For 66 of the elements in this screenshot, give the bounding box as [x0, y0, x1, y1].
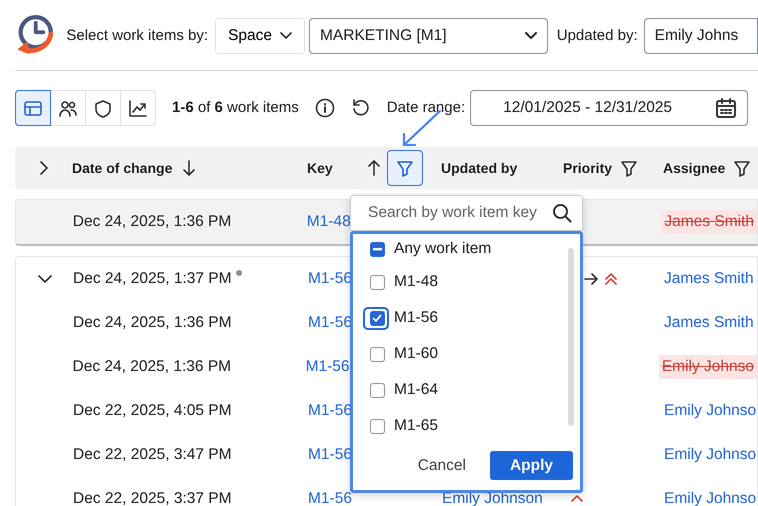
cancel-button[interactable]: Cancel: [418, 454, 466, 477]
sort-down-icon[interactable]: [182, 159, 196, 177]
column-header: Priority: [563, 158, 612, 178]
column-header: Date of change: [72, 158, 172, 178]
key-link[interactable]: M1-48: [306, 210, 351, 234]
expand-icon[interactable]: [38, 160, 48, 176]
key-link[interactable]: M1-56: [308, 443, 352, 467]
space-select[interactable]: MARKETING [M1]: [309, 18, 548, 54]
chart-icon: [128, 98, 148, 118]
reset-button[interactable]: [350, 98, 371, 118]
search-field[interactable]: Search by work item key: [350, 195, 583, 231]
assignee-link[interactable]: Emily Johnso: [664, 399, 756, 423]
sort-up-icon[interactable]: [366, 159, 381, 177]
filter-button[interactable]: [386, 150, 423, 186]
key-link[interactable]: M1-56: [306, 355, 350, 379]
updated-by-select[interactable]: Emily Johns: [644, 18, 758, 54]
key-link[interactable]: M1-56: [308, 311, 352, 335]
assignee-link[interactable]: James Smith: [661, 210, 758, 234]
assignee-link[interactable]: Emily Johnso: [664, 443, 756, 467]
filter-icon[interactable]: [620, 158, 638, 178]
date-text: Dec 24, 2025, 1:36 PM: [72, 212, 232, 232]
search-icon: [552, 203, 572, 223]
scrollbar[interactable]: [568, 248, 574, 426]
shield-icon: [93, 98, 113, 118]
checkbox[interactable]: [362, 306, 388, 330]
item-count: 1-6 of 6 work items: [172, 98, 299, 118]
key-link[interactable]: M1-56: [308, 399, 352, 423]
key-link[interactable]: M1-56: [308, 267, 352, 291]
select-label: Select work items by:: [66, 26, 208, 46]
date-text: Dec 22, 2025, 3:47 PM: [73, 445, 232, 466]
date-text: Dec 22, 2025, 4:05 PM: [73, 401, 232, 422]
info-icon: [314, 98, 335, 118]
date-text: Dec 24, 2025, 1:37 PM: [73, 269, 232, 290]
column-header: Assignee: [663, 158, 726, 178]
assignee-link[interactable]: Emily Johnso: [658, 355, 758, 379]
key-link[interactable]: M1-56: [308, 487, 352, 506]
option-label: M1-56: [394, 308, 438, 328]
chevron-down-icon: [524, 32, 537, 40]
info-button[interactable]: [314, 98, 335, 118]
date-text: Dec 24, 2025, 1:36 PM: [72, 357, 232, 378]
date-text: Dec 24, 2025, 1:36 PM: [73, 313, 232, 334]
date-text: Dec 22, 2025, 3:37 PM: [73, 489, 232, 506]
option-label: M1-64: [394, 380, 438, 400]
mode-dropdown[interactable]: Space: [215, 18, 306, 54]
calendar-icon: [715, 97, 738, 119]
people-icon: [58, 98, 78, 118]
filter-icon[interactable]: [733, 158, 752, 178]
assignee-link[interactable]: James Smith: [664, 311, 754, 335]
assignee-link[interactable]: James Smith: [664, 267, 754, 291]
check-icon: [372, 314, 382, 322]
column-header: Key: [307, 158, 333, 178]
dash-icon: [372, 248, 382, 250]
option-label: M1-65: [394, 416, 438, 436]
date-range-label: Date range:: [386, 98, 466, 118]
option-label: M1-60: [394, 344, 438, 364]
reset-icon: [350, 98, 371, 118]
filter-icon: [396, 158, 414, 178]
table-view-icon: [23, 98, 43, 118]
updated-by-label: Updated by:: [556, 26, 638, 46]
apply-button[interactable]: Apply: [490, 450, 573, 480]
option-label: M1-48: [394, 272, 438, 292]
chevron-down-icon: [280, 32, 292, 40]
column-header: Updated by: [441, 160, 518, 176]
date-range-field[interactable]: 12/01/2025 - 12/31/2025: [470, 90, 748, 126]
option-label: Any work item: [394, 239, 492, 260]
collapse-icon[interactable]: [36, 274, 52, 284]
